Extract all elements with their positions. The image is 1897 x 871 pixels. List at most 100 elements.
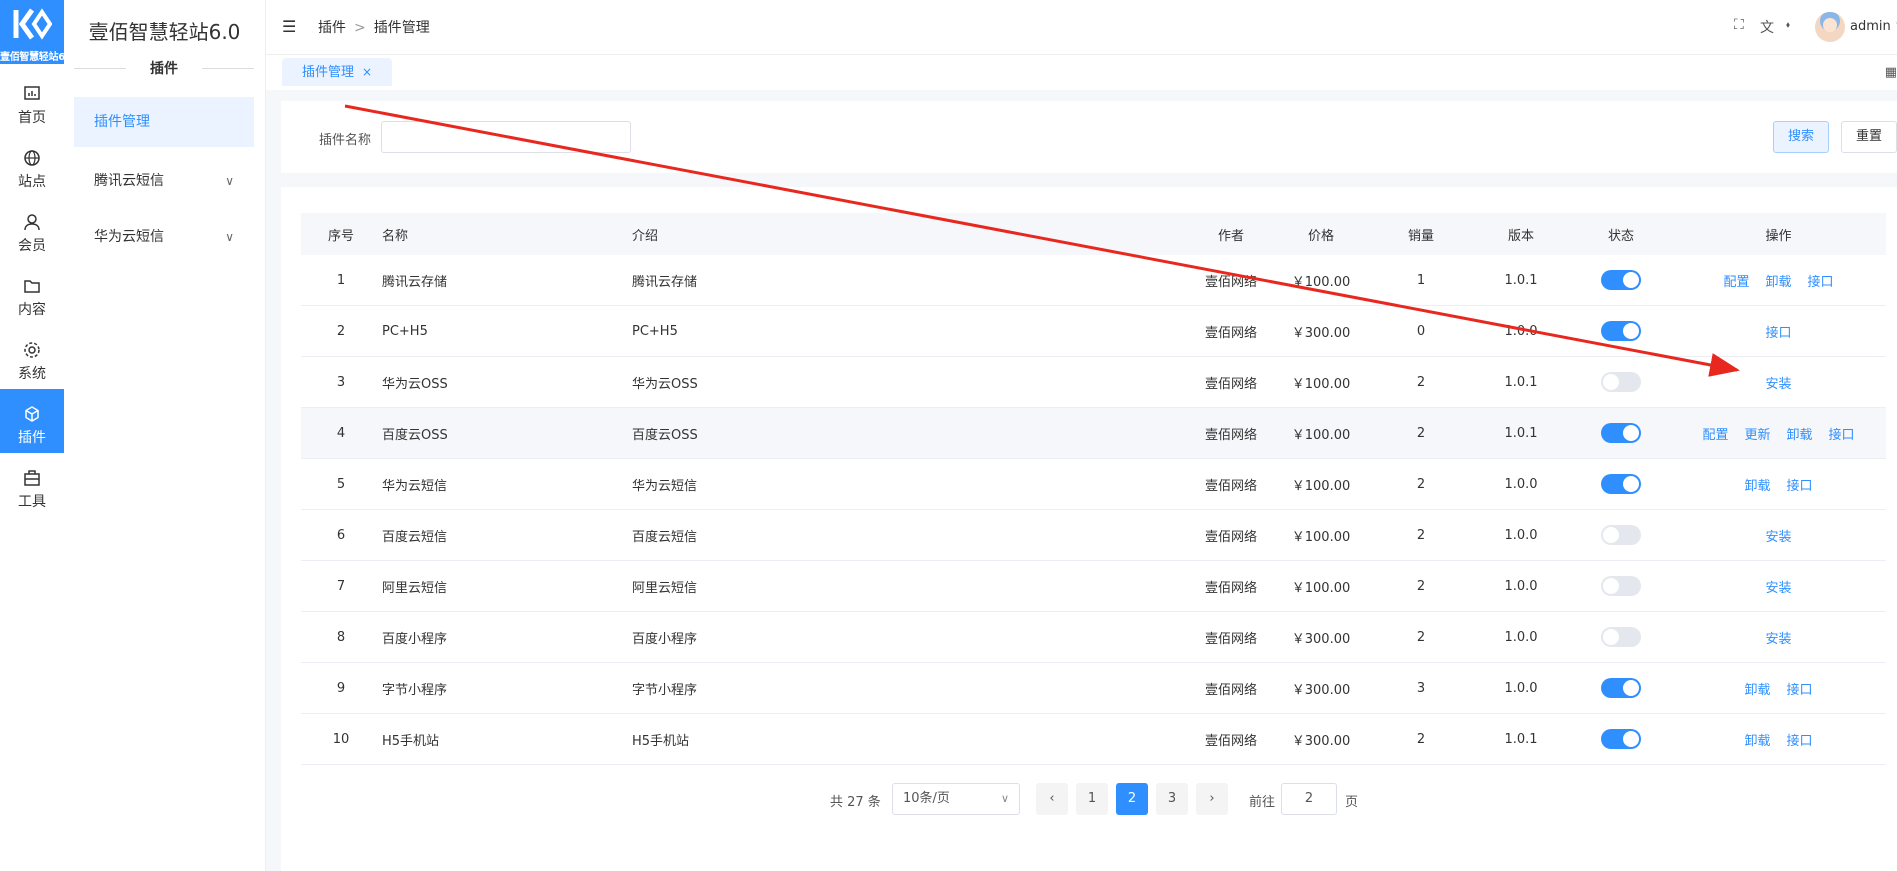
page-button-3[interactable]: 3	[1156, 783, 1188, 815]
rail-item-label: 站点	[18, 174, 46, 190]
action-link[interactable]: 安装	[1765, 530, 1791, 545]
status-toggle[interactable]	[1601, 729, 1641, 749]
action-link[interactable]: 安装	[1765, 632, 1791, 647]
plugin-name-label: 插件名称	[319, 133, 372, 148]
status-toggle[interactable]	[1601, 423, 1641, 443]
action-link[interactable]: 配置	[1723, 275, 1749, 290]
action-link[interactable]: 接口	[1787, 683, 1813, 698]
chevron-down-icon: ∨	[225, 230, 234, 244]
logo[interactable]: 壹佰智慧轻站6.0	[0, 0, 75, 64]
action-link[interactable]: 接口	[1787, 479, 1813, 494]
cell-no: 9	[301, 662, 381, 714]
action-link[interactable]: 卸载	[1744, 683, 1770, 698]
cell-no: 5	[301, 458, 381, 510]
column-header: 版本	[1471, 213, 1571, 255]
toolbox-icon	[0, 469, 64, 487]
status-toggle[interactable]	[1601, 474, 1641, 494]
action-link[interactable]: 卸载	[1765, 275, 1791, 290]
cube-icon	[0, 405, 64, 423]
action-link[interactable]: 接口	[1829, 428, 1855, 443]
sidebar-item-huawei-sms[interactable]: 华为云短信 ∨	[74, 212, 254, 262]
cell-no: 8	[301, 611, 381, 663]
action-link[interactable]: 卸载	[1787, 428, 1813, 443]
breadcrumb-separator: >	[354, 20, 366, 36]
status-toggle[interactable]	[1601, 525, 1641, 545]
action-link[interactable]: 安装	[1765, 581, 1791, 596]
user-name[interactable]: admin ∨	[1850, 19, 1897, 34]
rail-item-4[interactable]: 系统	[0, 325, 64, 389]
cell-intro: 华为云短信	[631, 458, 1191, 510]
cell-version: 1.0.1	[1471, 713, 1571, 765]
action-link[interactable]: 卸载	[1744, 734, 1770, 749]
page-size-select[interactable]: 10条/页 ∨	[892, 783, 1020, 815]
avatar[interactable]	[1815, 12, 1845, 42]
close-icon[interactable]: ×	[362, 65, 372, 79]
cell-price: ￥100.00	[1271, 407, 1371, 459]
cell-author: 壹佰网络	[1191, 713, 1271, 765]
page-button-2[interactable]: 2	[1116, 783, 1148, 815]
action-link[interactable]: 接口	[1787, 734, 1813, 749]
cell-price: ￥300.00	[1271, 305, 1371, 357]
column-header: 操作	[1671, 213, 1886, 255]
globe-icon	[0, 149, 64, 167]
breadcrumb-item-current: 插件管理	[373, 20, 430, 36]
goto-page-input[interactable]: 2	[1281, 783, 1337, 815]
status-toggle[interactable]	[1601, 678, 1641, 698]
action-link[interactable]: 更新	[1744, 428, 1770, 443]
tabs-bar: 插件管理 × ▦	[266, 55, 1897, 90]
reset-button[interactable]: 重置	[1841, 121, 1897, 153]
cell-intro: 百度小程序	[631, 611, 1191, 663]
cell-actions: 安装	[1671, 509, 1886, 561]
fullscreen-icon[interactable]: ⛶	[1734, 17, 1744, 33]
rail-item-6[interactable]: 工具	[0, 453, 64, 517]
status-toggle[interactable]	[1601, 321, 1641, 341]
cell-author: 壹佰网络	[1191, 509, 1271, 561]
cell-status	[1571, 560, 1671, 612]
action-link[interactable]: 接口	[1765, 326, 1791, 341]
rail-item-1[interactable]: 站点	[0, 133, 64, 197]
action-link[interactable]: 卸载	[1744, 479, 1770, 494]
search-button[interactable]: 搜索	[1773, 121, 1830, 153]
cell-intro: 腾讯云存储	[631, 255, 1191, 306]
cell-name: 华为云OSS	[381, 356, 631, 408]
rail-item-label: 工具	[18, 494, 46, 510]
action-link[interactable]: 接口	[1808, 275, 1834, 290]
next-page-button[interactable]: ›	[1196, 783, 1228, 815]
pagination-total: 共 27 条	[830, 795, 881, 810]
rail-item-0[interactable]: 首页	[0, 69, 64, 133]
cell-actions: 卸载 接口	[1671, 713, 1886, 765]
sidebar-item-plugin-manage[interactable]: 插件管理	[74, 97, 254, 147]
cell-sales: 2	[1371, 560, 1471, 612]
action-link[interactable]: 配置	[1702, 428, 1728, 443]
rail-item-2[interactable]: 会员	[0, 197, 64, 261]
hamburger-menu-icon[interactable]: ☰	[282, 17, 296, 36]
plugin-name-input[interactable]	[381, 121, 631, 153]
action-link[interactable]: 安装	[1765, 377, 1791, 392]
tab-menu-icon[interactable]: ▦	[1885, 65, 1897, 80]
rail-item-5[interactable]: 插件	[0, 389, 64, 453]
rail-item-3[interactable]: 内容	[0, 261, 64, 325]
table-row: 1 腾讯云存储 腾讯云存储 壹佰网络 ￥100.00 1 1.0.1 配置 卸载 接口	[301, 255, 1886, 306]
cell-intro: PC+H5	[631, 305, 1191, 357]
cell-status	[1571, 305, 1671, 357]
tab-plugin-manage[interactable]: 插件管理 ×	[282, 58, 393, 86]
cell-author: 壹佰网络	[1191, 560, 1271, 612]
cell-no: 2	[301, 305, 381, 357]
status-toggle[interactable]	[1601, 627, 1641, 647]
status-toggle[interactable]	[1601, 270, 1641, 290]
tab-label: 插件管理	[302, 65, 355, 80]
clear-cache-icon[interactable]: ⬪	[1786, 17, 1790, 33]
page-button-1[interactable]: 1	[1076, 783, 1108, 815]
sidebar-item-tencent-sms[interactable]: 腾讯云短信 ∨	[74, 156, 254, 206]
cell-name: 华为云短信	[381, 458, 631, 510]
cell-price: ￥100.00	[1271, 509, 1371, 561]
status-toggle[interactable]	[1601, 372, 1641, 392]
cell-version: 1.0.0	[1471, 509, 1571, 561]
table-row: 7 阿里云短信 阿里云短信 壹佰网络 ￥100.00 2 1.0.0 安装	[301, 560, 1886, 612]
rail-item-label: 插件	[18, 430, 46, 446]
translate-icon[interactable]: 文	[1760, 17, 1774, 37]
prev-page-button[interactable]: ‹	[1036, 783, 1068, 815]
breadcrumb-item[interactable]: 插件	[318, 20, 346, 36]
status-toggle[interactable]	[1601, 576, 1641, 596]
cell-version: 1.0.0	[1471, 560, 1571, 612]
